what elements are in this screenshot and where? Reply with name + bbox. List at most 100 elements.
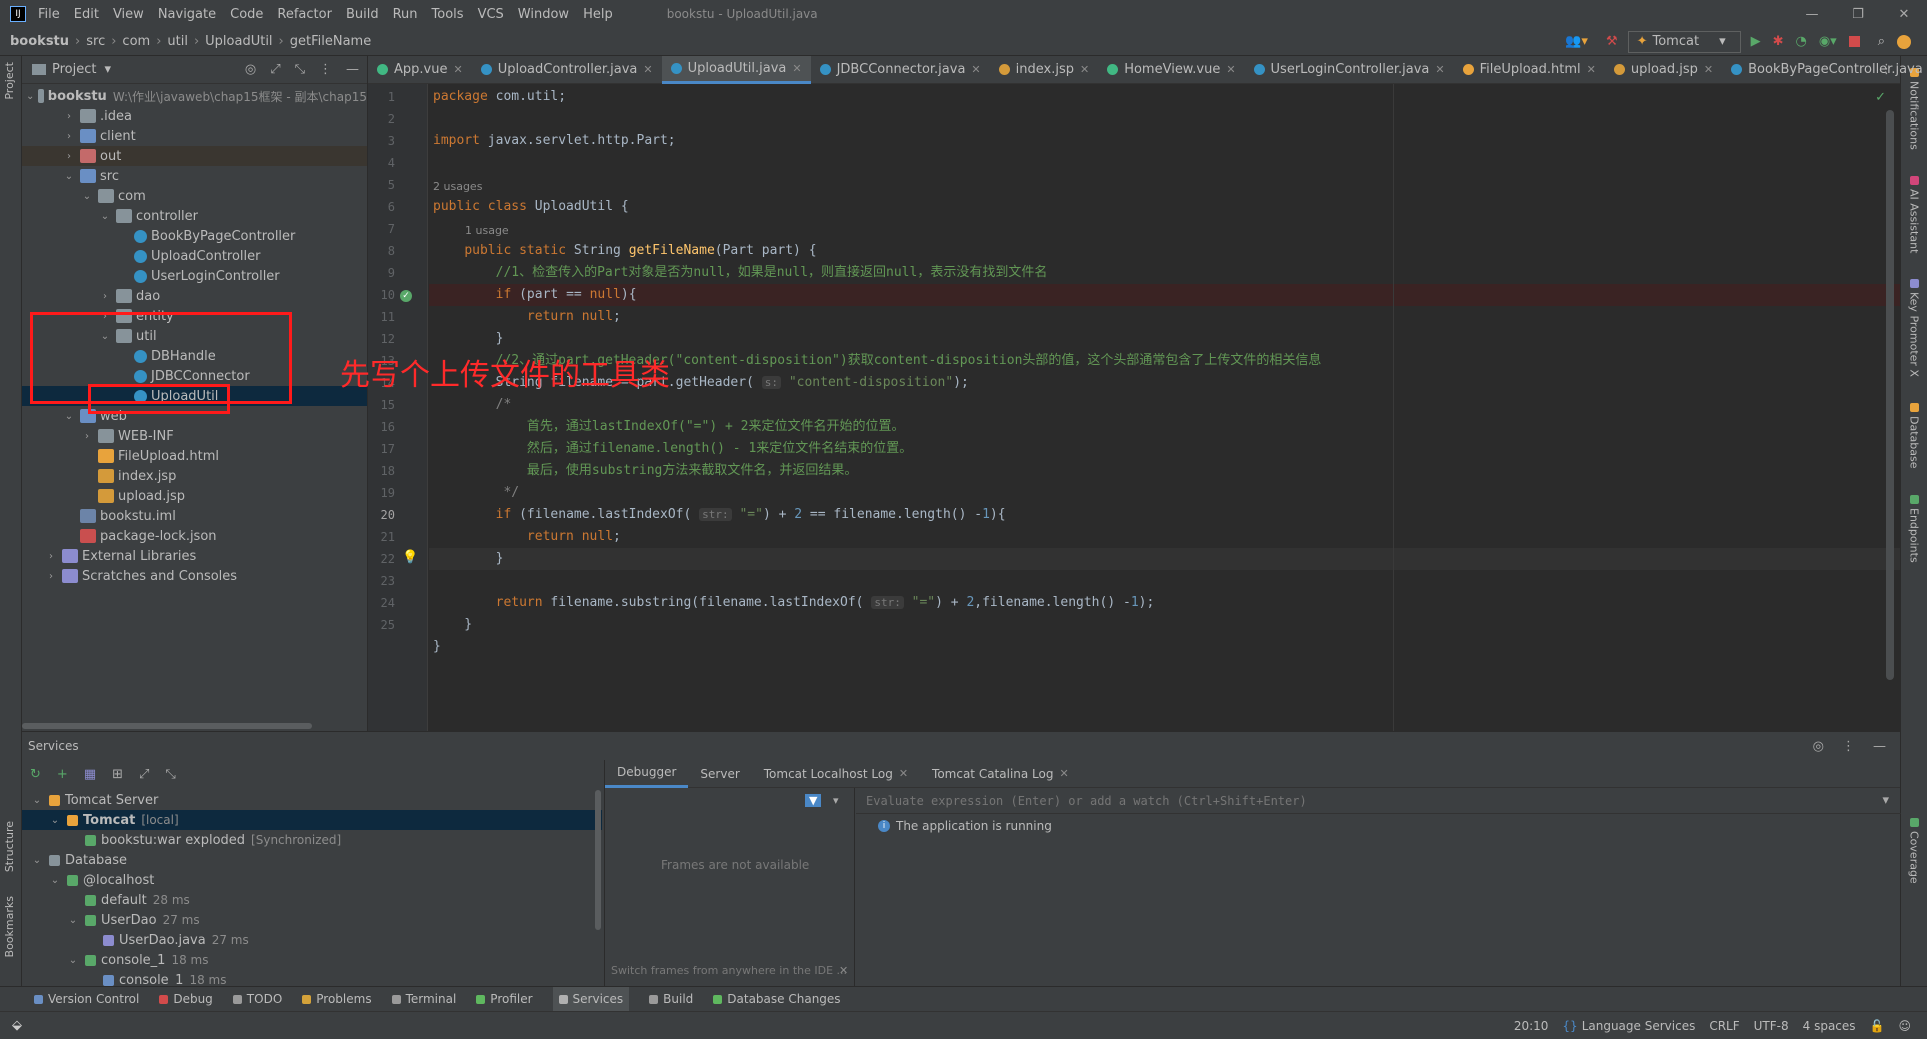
- close-button[interactable]: ✕: [1881, 7, 1927, 22]
- line-number[interactable]: 21: [368, 526, 427, 548]
- editor-tab[interactable]: BookByPageController.java✕: [1722, 56, 1927, 84]
- collapse-all-icon[interactable]: ⤡: [165, 767, 175, 782]
- tree-item-fileupload-html[interactable]: FileUpload.html: [22, 446, 367, 466]
- menu-item-file[interactable]: File: [38, 7, 60, 22]
- close-tab-icon[interactable]: ✕: [1435, 63, 1444, 76]
- tree-item-scratches-and-consoles[interactable]: › Scratches and Consoles: [22, 566, 367, 586]
- services-tree-item[interactable]: ⌄ Tomcat Server: [22, 790, 602, 810]
- tree-item-bookstu-iml[interactable]: bookstu.iml: [22, 506, 367, 526]
- editor-tab[interactable]: index.jsp ✕: [990, 56, 1099, 84]
- line-number[interactable]: 20: [368, 504, 427, 526]
- editor-tab[interactable]: UserLoginController.java ✕: [1245, 56, 1454, 84]
- services-tree-scrollbar[interactable]: [595, 790, 601, 930]
- usage-hint[interactable]: 2 usages: [433, 180, 482, 193]
- settings-icon[interactable]: ◎: [1813, 739, 1824, 754]
- close-tab-icon[interactable]: ✕: [971, 63, 980, 76]
- menu-item-window[interactable]: Window: [518, 7, 569, 22]
- menu-item-build[interactable]: Build: [346, 7, 379, 22]
- editor-tab[interactable]: UploadUtil.java ✕: [661, 55, 811, 84]
- bottom-tool-debug[interactable]: Debug: [159, 992, 213, 1006]
- breadcrumb-item[interactable]: getFileName: [290, 34, 371, 49]
- tree-item-index-jsp[interactable]: index.jsp: [22, 466, 367, 486]
- project-panel-title[interactable]: Project: [52, 62, 96, 77]
- add-icon[interactable]: +: [57, 767, 68, 782]
- collapse-all-icon[interactable]: ⤡: [295, 62, 305, 77]
- tree-item-upload-jsp[interactable]: upload.jsp: [22, 486, 367, 506]
- coverage-icon[interactable]: ◔: [1796, 34, 1807, 49]
- tree-item-com[interactable]: ⌄ com: [22, 186, 367, 206]
- chevron-down-icon[interactable]: ⌄: [30, 795, 44, 806]
- menu-item-help[interactable]: Help: [583, 7, 613, 22]
- tree-item-package-lock-json[interactable]: package-lock.json: [22, 526, 367, 546]
- bottom-tool-todo[interactable]: TODO: [232, 992, 282, 1006]
- right-tool-endpoints[interactable]: Endpoints: [1908, 494, 1921, 562]
- target-icon[interactable]: ◎: [245, 62, 256, 77]
- services-tree-item[interactable]: default 28 ms: [22, 890, 602, 910]
- chevron-down-icon[interactable]: ⌄: [66, 915, 80, 926]
- bottom-tool-version-control[interactable]: Version Control: [34, 992, 139, 1006]
- caret-position[interactable]: 20:10: [1514, 1019, 1549, 1033]
- breadcrumb-item[interactable]: UploadUtil: [205, 34, 272, 49]
- chevron-down-icon[interactable]: ⌄: [62, 411, 76, 422]
- menu-item-edit[interactable]: Edit: [74, 7, 99, 22]
- intellij-logo-icon[interactable]: IJ: [10, 6, 26, 22]
- no-problems-check-icon[interactable]: ✓: [1875, 90, 1886, 105]
- services-tree-item[interactable]: ⌄ UserDao 27 ms: [22, 910, 602, 930]
- chevron-down-icon[interactable]: ▾: [104, 62, 111, 77]
- chevron-right-icon[interactable]: ›: [44, 551, 58, 562]
- options-icon[interactable]: ⋮: [319, 62, 332, 77]
- line-number[interactable]: 23: [368, 570, 427, 592]
- editor-tab[interactable]: FileUpload.html ✕: [1454, 56, 1605, 84]
- chevron-down-icon[interactable]: ▾: [1882, 793, 1889, 808]
- services-tree-item[interactable]: ⌄ Tomcat [local]: [22, 810, 602, 830]
- expand-all-icon[interactable]: ⤢: [270, 62, 280, 77]
- line-number[interactable]: 16: [368, 416, 427, 438]
- line-number[interactable]: 11: [368, 306, 427, 328]
- chevron-down-icon[interactable]: ⌄: [80, 191, 94, 202]
- file-encoding[interactable]: UTF-8: [1754, 1019, 1789, 1033]
- tree-item-idea[interactable]: ›. idea: [22, 106, 367, 126]
- debugger-tab[interactable]: Server: [688, 760, 751, 788]
- line-number[interactable]: 15: [368, 394, 427, 416]
- chevron-down-icon[interactable]: ⌄: [62, 171, 76, 182]
- update-icon[interactable]: [1897, 34, 1911, 49]
- layers-icon[interactable]: ⬙: [12, 1018, 22, 1033]
- close-tab-icon[interactable]: ✕: [1587, 63, 1596, 76]
- line-number[interactable]: 17: [368, 438, 427, 460]
- line-number[interactable]: 9: [368, 262, 427, 284]
- line-separator[interactable]: CRLF: [1709, 1019, 1739, 1033]
- expand-all-icon[interactable]: ⤢: [139, 767, 149, 782]
- code-editor[interactable]: package com.util; import javax.servlet.h…: [429, 84, 1900, 731]
- menu-item-vcs[interactable]: VCS: [478, 7, 504, 22]
- line-number[interactable]: 4: [368, 152, 427, 174]
- chevron-down-icon[interactable]: ⌄: [30, 855, 44, 866]
- line-number[interactable]: 24: [368, 592, 427, 614]
- line-number[interactable]: 12: [368, 328, 427, 350]
- group-icon[interactable]: ▦: [84, 767, 96, 782]
- tree-item-userlogincontroller[interactable]: UserLoginController: [22, 266, 367, 286]
- bottom-tool-services[interactable]: Services: [552, 987, 630, 1011]
- right-tool-ai-assistant[interactable]: AI Assistant: [1901, 175, 1927, 253]
- close-tab-icon[interactable]: ✕: [792, 62, 801, 75]
- chevron-right-icon[interactable]: ›: [62, 151, 76, 162]
- breadcrumb-item[interactable]: util: [167, 34, 188, 49]
- horizontal-scrollbar[interactable]: [22, 723, 312, 729]
- right-tool-coverage[interactable]: Coverage: [1908, 818, 1921, 884]
- menu-item-refactor[interactable]: Refactor: [277, 7, 332, 22]
- tree-item-controller[interactable]: ⌄ controller: [22, 206, 367, 226]
- menu-item-view[interactable]: View: [113, 7, 144, 22]
- new-tab-icon[interactable]: ⊞: [112, 767, 123, 782]
- line-number[interactable]: 5: [368, 174, 427, 196]
- chevron-down-icon[interactable]: ▾: [833, 794, 839, 807]
- services-tree-item[interactable]: ⌄ console_1 18 ms: [22, 950, 602, 970]
- breakpoint-check-icon[interactable]: ✓: [400, 290, 412, 302]
- tree-item-external-libraries[interactable]: › External Libraries: [22, 546, 367, 566]
- services-tree-item[interactable]: ⌄ @localhost: [22, 870, 602, 890]
- bottom-tool-profiler[interactable]: Profiler: [476, 992, 533, 1006]
- editor-tab[interactable]: upload.jsp ✕: [1605, 56, 1722, 84]
- close-tab-icon[interactable]: ✕: [1704, 63, 1713, 76]
- close-tab-icon[interactable]: ✕: [1080, 63, 1089, 76]
- debugger-tab[interactable]: Debugger: [605, 760, 689, 788]
- notifications-icon[interactable]: ☺: [1898, 1019, 1911, 1033]
- close-tab-icon[interactable]: ✕: [1060, 767, 1069, 780]
